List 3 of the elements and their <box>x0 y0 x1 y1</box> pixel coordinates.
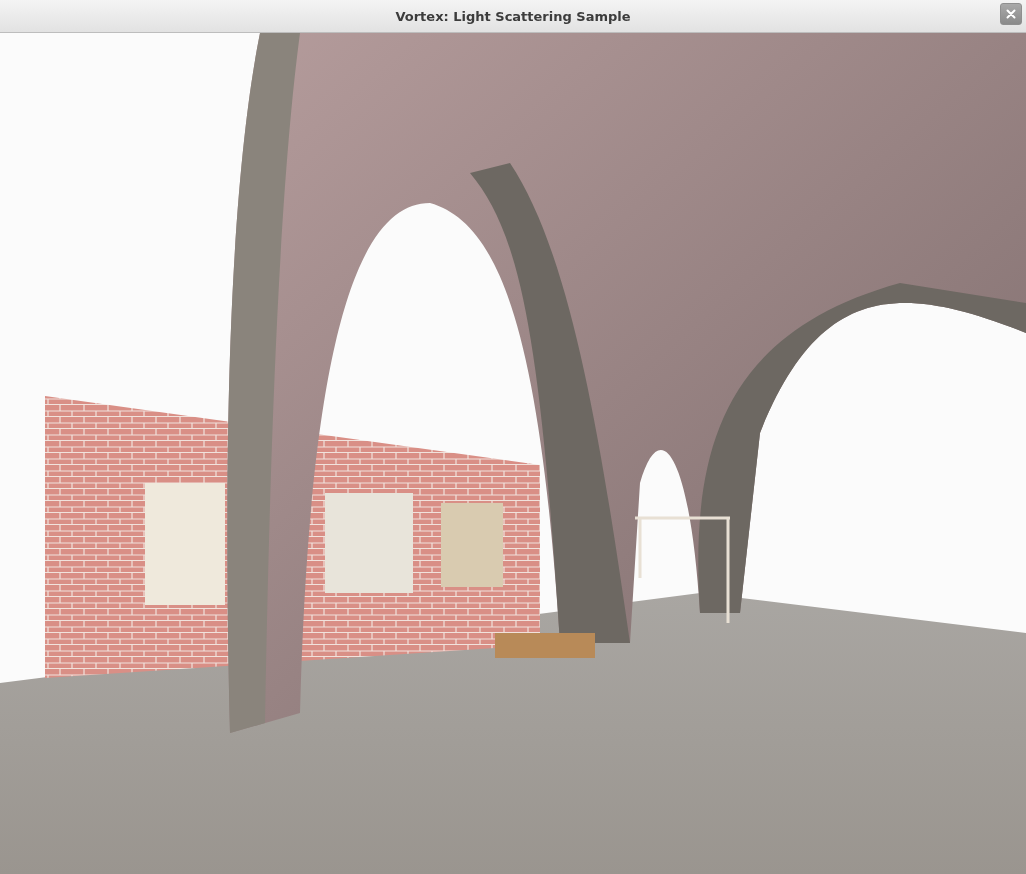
window-title: Vortex: Light Scattering Sample <box>395 8 631 24</box>
close-icon <box>1006 9 1016 19</box>
close-button[interactable] <box>1000 3 1022 25</box>
